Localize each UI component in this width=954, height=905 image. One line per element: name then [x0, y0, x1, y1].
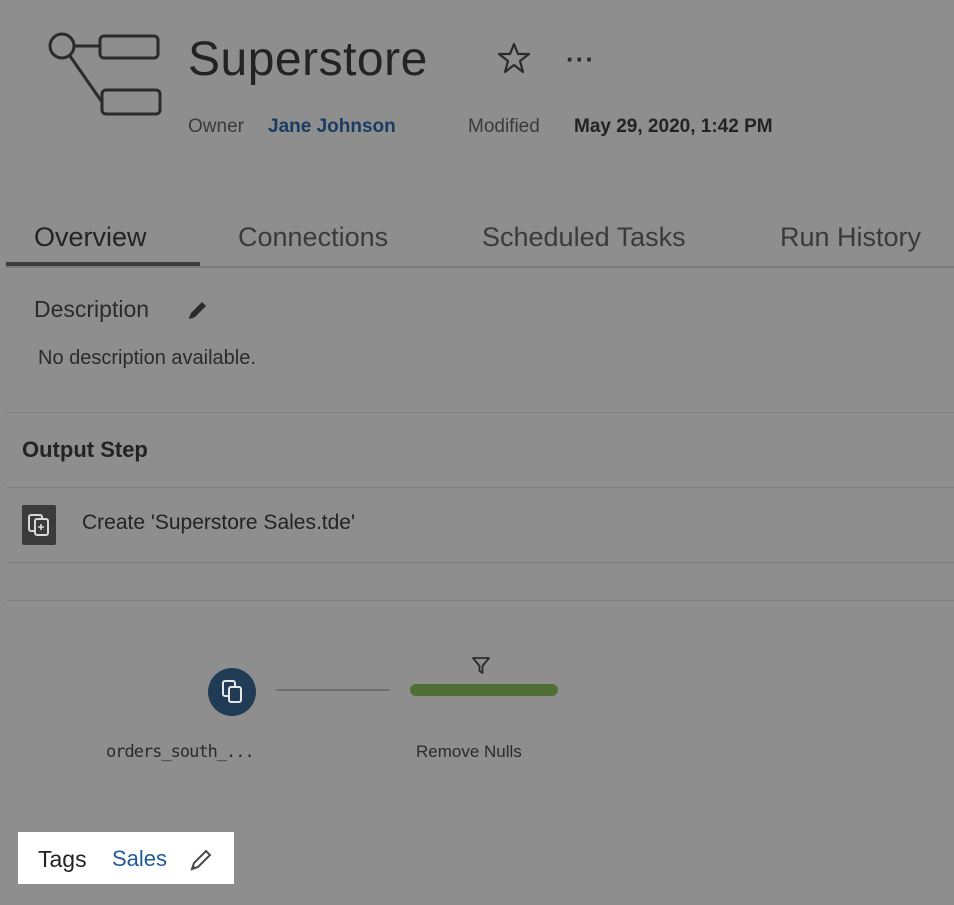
modified-label: Modified: [468, 116, 540, 137]
divider: [6, 600, 954, 601]
tags-label: Tags: [38, 846, 87, 872]
owner-link[interactable]: Jane Johnson: [268, 116, 396, 138]
input-node[interactable]: [208, 668, 256, 716]
filter-icon: [472, 657, 490, 674]
flow-connector: [276, 689, 390, 691]
more-icon[interactable]: ···: [566, 44, 595, 75]
tab-connections[interactable]: Connections: [238, 222, 388, 253]
tab-bar: Overview Connections Scheduled Tasks Run…: [6, 220, 954, 268]
clean-step-bar[interactable]: [410, 684, 558, 696]
clean-step-label: Remove Nulls: [416, 742, 522, 761]
output-step-item[interactable]: Create 'Superstore Sales.tde': [82, 511, 355, 535]
owner-label: Owner: [188, 116, 244, 137]
star-icon[interactable]: [496, 40, 532, 76]
pencil-icon[interactable]: [184, 298, 210, 324]
divider: [6, 412, 954, 413]
tag-link[interactable]: Sales: [112, 846, 167, 872]
tab-run-history[interactable]: Run History: [780, 222, 921, 253]
tab-scheduled-tasks[interactable]: Scheduled Tasks: [482, 222, 686, 253]
pencil-icon[interactable]: [186, 846, 214, 874]
output-step-heading: Output Step: [22, 437, 148, 462]
input-node-label: orders_south_...: [106, 742, 255, 762]
description-label: Description: [34, 296, 150, 322]
description-text: No description available.: [38, 347, 256, 369]
tags-section: Tags Sales: [18, 832, 234, 884]
flow-icon: [48, 32, 162, 116]
output-icon: [22, 505, 56, 545]
active-tab-indicator: [6, 262, 200, 266]
modified-date: May 29, 2020, 1:42 PM: [574, 116, 773, 137]
page-title: Superstore: [188, 33, 428, 86]
tab-overview[interactable]: Overview: [34, 222, 147, 253]
divider: [6, 562, 954, 563]
divider: [6, 487, 954, 488]
